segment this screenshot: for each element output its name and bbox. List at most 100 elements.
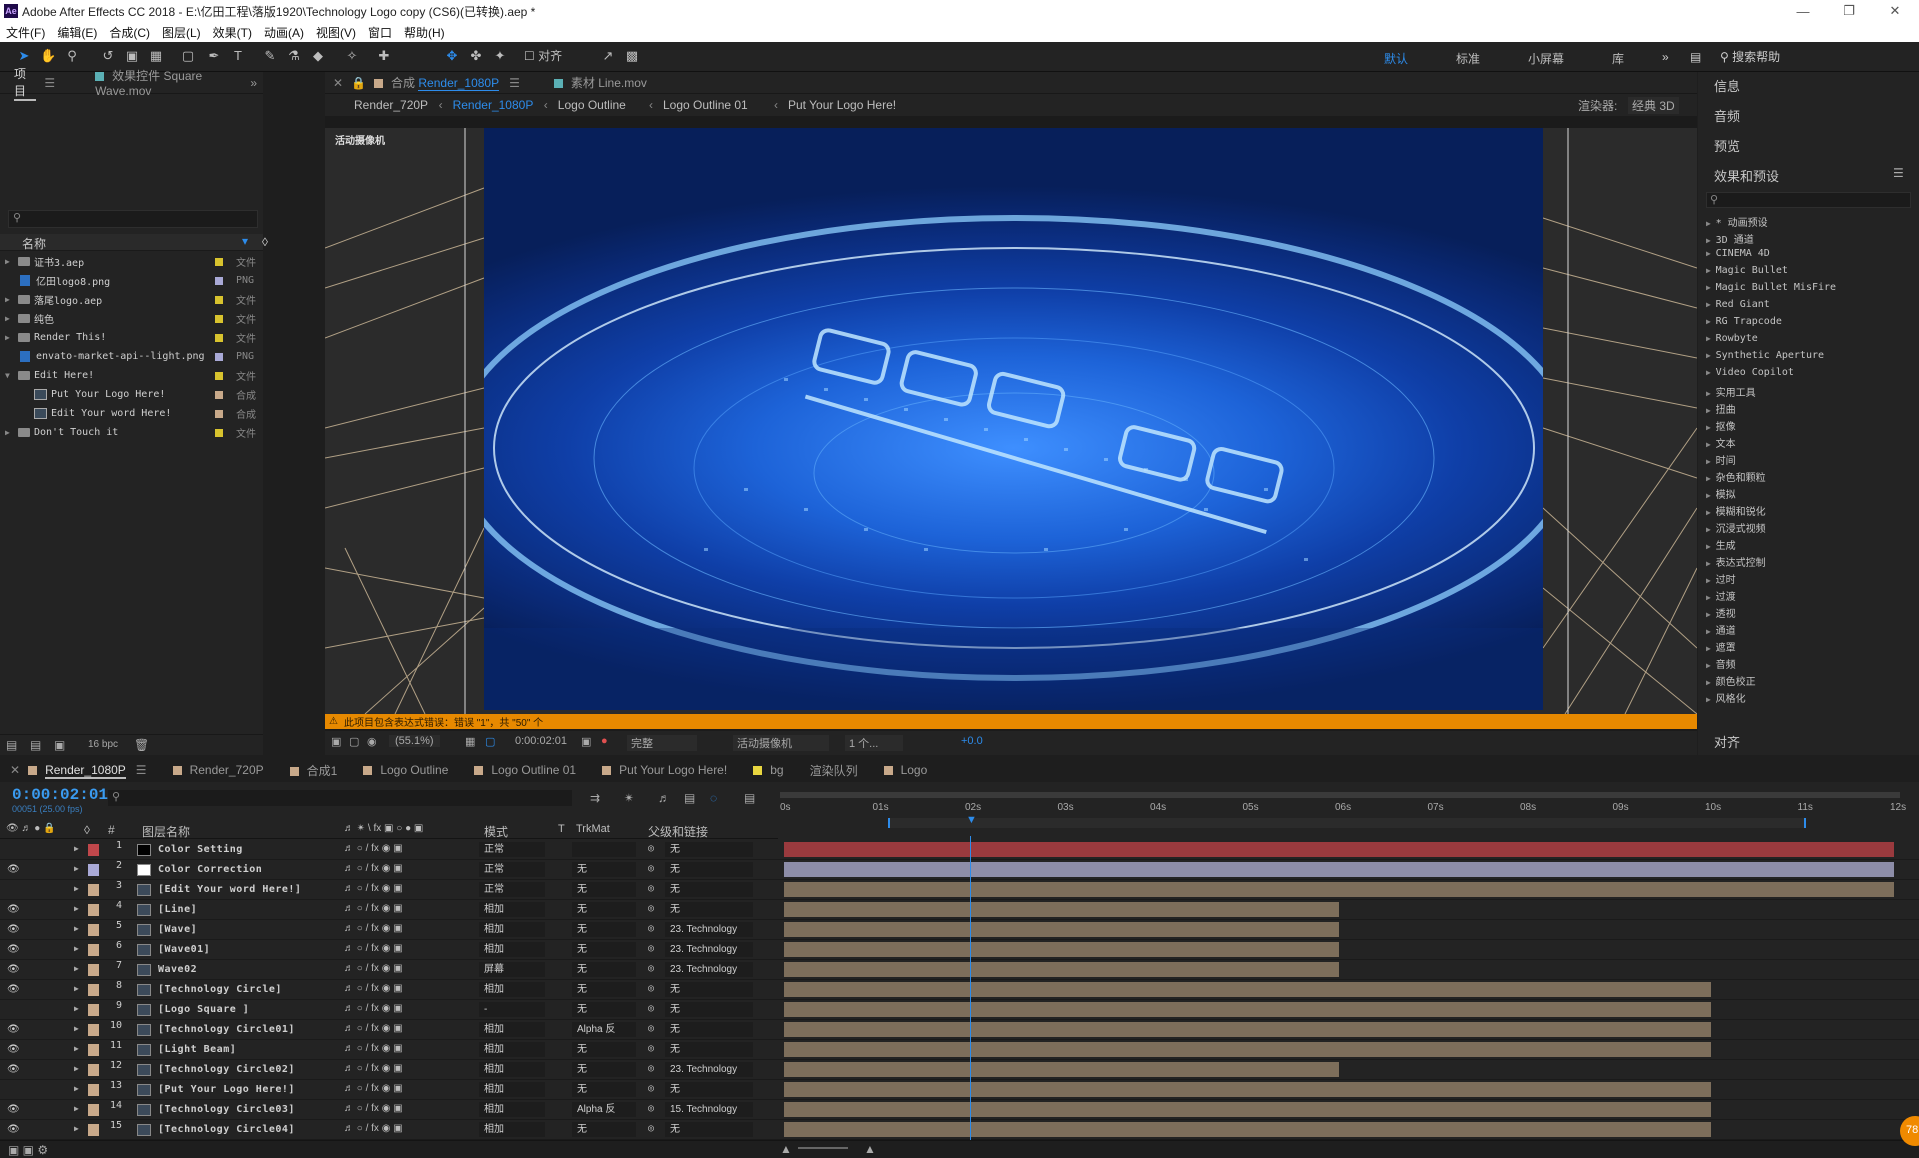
label-color[interactable] <box>88 1084 99 1096</box>
info-panel-header[interactable]: 信息 <box>1714 76 1740 95</box>
label-color[interactable] <box>88 1004 99 1016</box>
label-color[interactable] <box>88 944 99 956</box>
effect-category[interactable]: ▶ 过渡 <box>1706 588 1736 603</box>
pick-whip-icon[interactable]: ◎ <box>648 943 654 954</box>
breadcrumb-item[interactable]: Logo Outline 01 <box>663 98 748 112</box>
visibility-toggle-icon[interactable]: 👁 <box>7 924 20 935</box>
close-tab-icon[interactable]: ✕ <box>10 763 20 777</box>
pan-behind-tool-icon[interactable]: ▦ <box>148 48 164 64</box>
parent-select[interactable]: 无 <box>665 862 753 877</box>
project-search-input[interactable]: ⚲ <box>8 210 258 228</box>
visibility-toggle-icon[interactable] <box>7 1004 13 1015</box>
label-color[interactable] <box>88 844 99 856</box>
expand-layer-icon[interactable]: ▶ <box>74 904 79 913</box>
pick-whip-icon[interactable]: ◎ <box>648 1003 654 1014</box>
layer-switches[interactable]: ♬ ○ / fx ◉ ▣ <box>344 863 403 874</box>
track-matte-select[interactable]: 无 <box>572 922 636 937</box>
menu-item[interactable]: 动画(A) <box>258 24 310 41</box>
effect-category[interactable]: ▶ * 动画预设 <box>1706 214 1768 229</box>
align-checkbox[interactable]: ☐ 对齐 <box>524 48 594 64</box>
effect-category[interactable]: ▶ 扭曲 <box>1706 401 1736 416</box>
track-matte-select[interactable]: Alpha 反 <box>572 1102 636 1117</box>
layer-name[interactable]: [Wave] <box>158 924 197 935</box>
snap-icon[interactable]: ↗ <box>600 48 616 64</box>
label-color[interactable] <box>215 295 223 304</box>
panel-menu-icon[interactable]: ☰ <box>44 76 55 90</box>
breadcrumb-item[interactable]: Put Your Logo Here! <box>788 98 896 112</box>
layer-row[interactable]: 👁 ▶ 15 [Technology Circle04] ♬ ○ / fx ◉ ▣ 相加 无… <box>0 1120 1919 1140</box>
project-item[interactable]: Edit Your word Here! 合成 <box>0 404 263 423</box>
frame-blending-icon[interactable]: ▤ <box>684 791 695 805</box>
layer-name[interactable]: Wave02 <box>158 964 197 975</box>
shy-layers-icon[interactable]: ♬ <box>658 791 670 805</box>
effect-category[interactable]: ▶ 3D 通道 <box>1706 231 1754 246</box>
layer-switches[interactable]: ♬ ○ / fx ◉ ▣ <box>344 983 403 994</box>
pick-whip-icon[interactable]: ◎ <box>648 1043 654 1054</box>
layer-row[interactable]: 👁 ▶ 10 [Technology Circle01] ♬ ○ / fx ◉ ▣ 相加 A… <box>0 1020 1919 1040</box>
layer-duration-bar[interactable] <box>784 1002 1711 1017</box>
layer-switches[interactable]: ♬ ○ / fx ◉ ▣ <box>344 1123 403 1134</box>
visibility-toggle-icon[interactable]: 👁 <box>7 1104 20 1115</box>
parent-select[interactable]: 无 <box>665 1042 753 1057</box>
rotate-tool-icon[interactable]: ↺ <box>100 48 116 64</box>
rectangle-tool-icon[interactable]: ▢ <box>180 48 196 64</box>
project-item[interactable]: ▶ Don't Touch it 文件 <box>0 423 263 442</box>
pick-whip-icon[interactable]: ◎ <box>648 923 654 934</box>
effect-category[interactable]: ▶ 模拟 <box>1706 486 1736 501</box>
layer-name[interactable]: [Logo Square ] <box>158 1004 249 1015</box>
view-select[interactable]: 活动摄像机 <box>733 735 829 751</box>
motion-blur-icon[interactable]: ◌ <box>710 791 717 805</box>
blend-mode-select[interactable]: 相加 <box>479 1062 545 1077</box>
label-color[interactable] <box>88 984 99 996</box>
playhead-handle[interactable]: ▼ <box>966 814 977 826</box>
effect-category[interactable]: ▶ 音频 <box>1706 656 1736 671</box>
visibility-toggle-icon[interactable] <box>7 1084 13 1095</box>
effect-category[interactable]: ▶ 沉浸式视频 <box>1706 520 1766 535</box>
brush-tool-icon[interactable]: ✎ <box>262 48 278 64</box>
pick-whip-icon[interactable]: ◎ <box>648 1103 654 1114</box>
track-matte-select[interactable]: 无 <box>572 962 636 977</box>
layer-duration-bar[interactable] <box>784 842 1894 857</box>
layer-row[interactable]: 👁 ▶ 12 [Technology Circle02] ♬ ○ / fx ◉ ▣ 相加 无… <box>0 1060 1919 1080</box>
expand-layer-icon[interactable]: ▶ <box>74 1084 79 1093</box>
viewer-timecode[interactable]: 0:00:02:01 <box>515 735 567 747</box>
visibility-toggle-icon[interactable]: 👁 <box>7 1124 20 1135</box>
clone-stamp-tool-icon[interactable]: ⚗ <box>286 48 302 64</box>
layer-switches[interactable]: ♬ ○ / fx ◉ ▣ <box>344 923 403 934</box>
timeline-search-input[interactable]: ⚲ <box>108 790 572 806</box>
layer-row[interactable]: 👁 ▶ 5 [Wave] ♬ ○ / fx ◉ ▣ 相加 无 ◎ 23. Technology <box>0 920 1919 940</box>
align-panel-header[interactable]: 对齐 <box>1714 732 1740 751</box>
minimize-icon[interactable]: — <box>1780 0 1826 22</box>
project-item[interactable]: ▶ Render This! 文件 <box>0 328 263 347</box>
blend-mode-select[interactable]: 正常 <box>479 842 545 857</box>
layer-name[interactable]: [Technology Circle03] <box>158 1104 295 1115</box>
visibility-toggle-icon[interactable]: 👁 <box>7 864 20 875</box>
layer-switches[interactable]: ♬ ○ / fx ◉ ▣ <box>344 1003 403 1014</box>
layer-duration-bar[interactable] <box>784 962 1339 977</box>
layer-name[interactable]: [Technology Circle01] <box>158 1024 295 1035</box>
grid-icon[interactable]: ▦ <box>465 735 475 748</box>
parent-select[interactable]: 无 <box>665 982 753 997</box>
panel-expand-icon[interactable]: » <box>250 76 257 90</box>
timeline-tab[interactable]: Logo <box>883 763 927 777</box>
menu-item[interactable]: 编辑(E) <box>51 24 103 41</box>
effect-category[interactable]: ▶ CINEMA 4D <box>1706 248 1770 259</box>
parent-select[interactable]: 23. Technology <box>665 1062 753 1077</box>
effect-category[interactable]: ▶ Magic Bullet <box>1706 265 1788 276</box>
mask-visibility-icon[interactable]: ◉ <box>367 735 377 748</box>
layer-switches[interactable]: ♬ ○ / fx ◉ ▣ <box>344 1043 403 1054</box>
time-navigator[interactable] <box>780 792 1900 798</box>
menu-item[interactable]: 窗口 <box>362 24 398 41</box>
effects-presets-header[interactable]: 效果和预设 <box>1714 166 1779 185</box>
visibility-toggle-icon[interactable]: 👁 <box>7 904 20 915</box>
pick-whip-icon[interactable]: ◎ <box>648 1023 654 1034</box>
track-matte-select[interactable]: 无 <box>572 1122 636 1137</box>
menu-item[interactable]: 合成(C) <box>103 24 156 41</box>
viewer-canvas[interactable]: 活动摄像机 <box>325 128 1697 714</box>
effect-category[interactable]: ▶ 表达式控制 <box>1706 554 1766 569</box>
timeline-timecode[interactable]: 0:00:02:01 <box>12 786 108 804</box>
track-matte-select[interactable]: 无 <box>572 882 636 897</box>
timeline-tab[interactable]: Put Your Logo Here! <box>602 763 727 777</box>
pick-whip-icon[interactable]: ◎ <box>648 983 654 994</box>
blend-mode-select[interactable]: 正常 <box>479 862 545 877</box>
